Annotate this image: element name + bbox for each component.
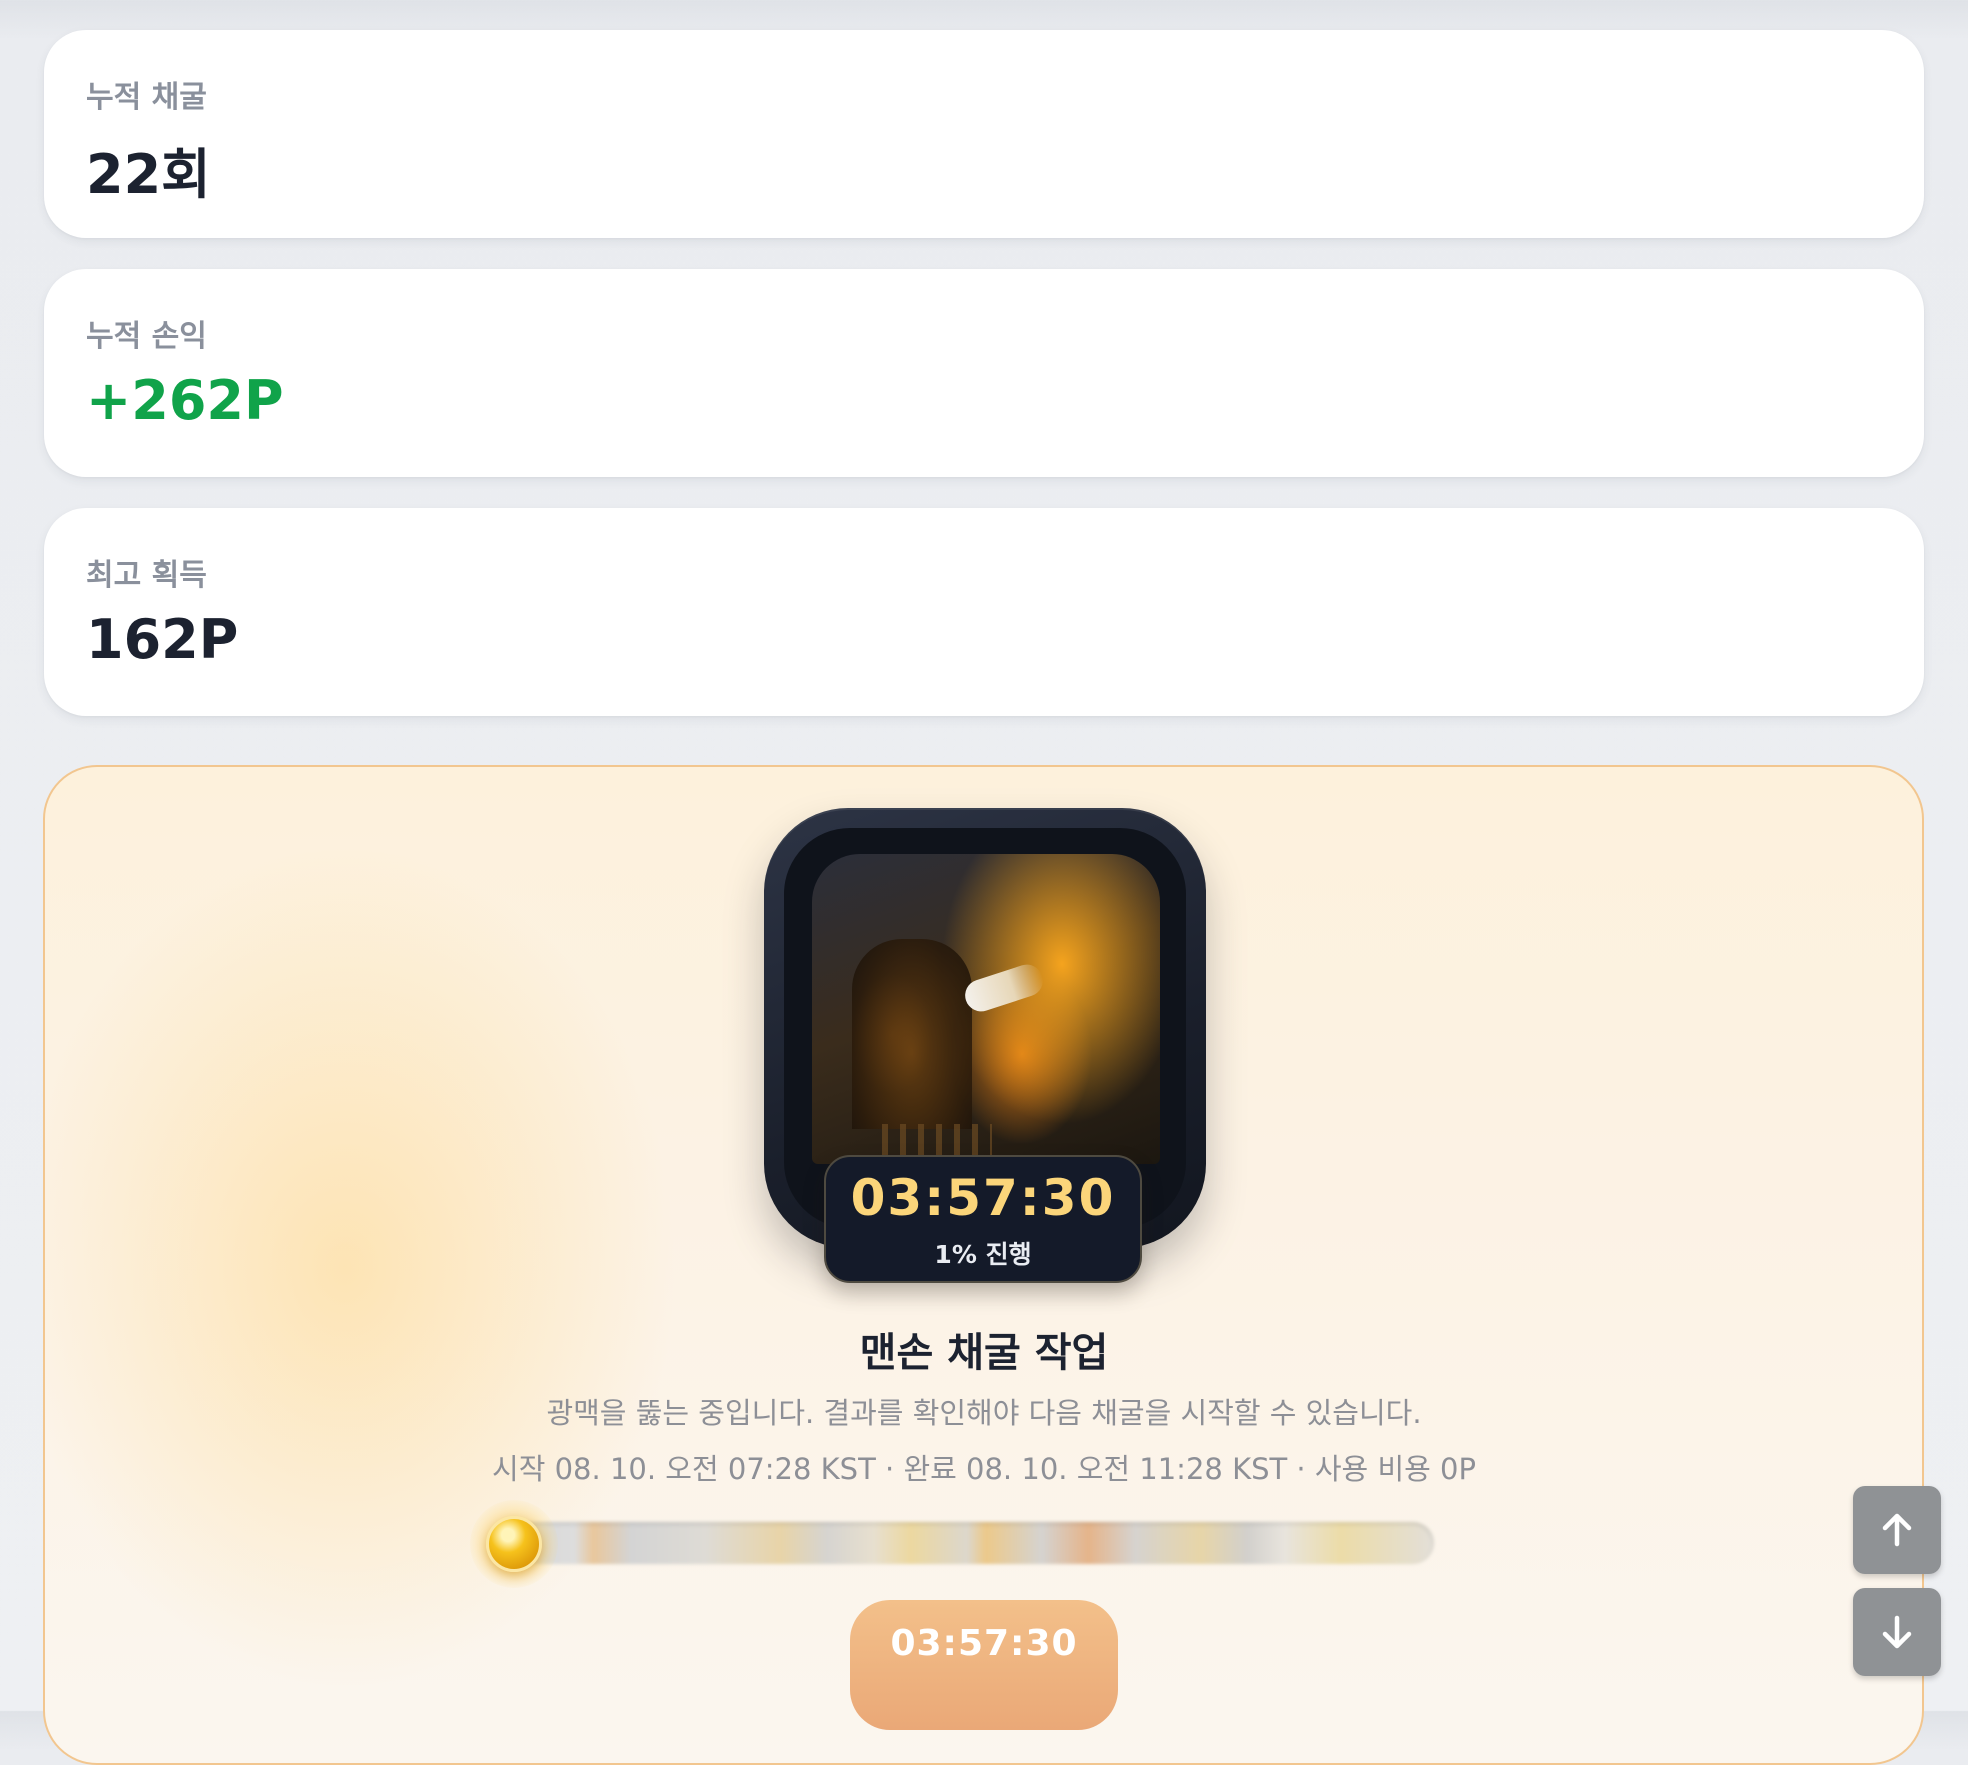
task-description: 광맥을 뚫는 중입니다. 결과를 확인해야 다음 채굴을 시작할 수 있습니다. xyxy=(546,1396,1422,1430)
mine-tunnel-image xyxy=(812,854,1160,1164)
stat-value: +262P xyxy=(86,369,284,432)
scroll-up-button[interactable] xyxy=(1853,1486,1941,1574)
progress-knob xyxy=(486,1516,542,1572)
tunnel-shape xyxy=(852,939,972,1129)
progress-track xyxy=(500,1522,1434,1564)
scroll-down-button[interactable] xyxy=(1853,1588,1941,1676)
pickaxe-glow-icon xyxy=(961,960,1047,1016)
stat-card-best-gain: 최고 획득 162P xyxy=(44,508,1924,716)
arrow-up-icon xyxy=(1882,1513,1912,1547)
timer-badge: 03:57:30 1% 진행 xyxy=(824,1155,1142,1283)
stat-card-total-profit: 누적 손익 +262P xyxy=(44,269,1924,477)
stat-label: 최고 획득 xyxy=(86,558,207,593)
stat-value: 162P xyxy=(86,608,239,671)
countdown-timer: 03:57:30 xyxy=(850,1169,1116,1227)
stat-card-total-mining: 누적 채굴 22회 xyxy=(44,30,1924,238)
task-meta: 시작 08. 10. 오전 07:28 KST · 완료 08. 10. 오전 … xyxy=(492,1452,1476,1486)
task-title: 맨손 채굴 작업 xyxy=(859,1330,1109,1376)
stat-label: 누적 손익 xyxy=(86,319,207,354)
arrow-down-icon xyxy=(1882,1615,1912,1649)
stat-value: 22회 xyxy=(86,143,211,206)
progress-percent: 1% 진행 xyxy=(934,1240,1032,1269)
stat-label: 누적 채굴 xyxy=(86,80,207,115)
